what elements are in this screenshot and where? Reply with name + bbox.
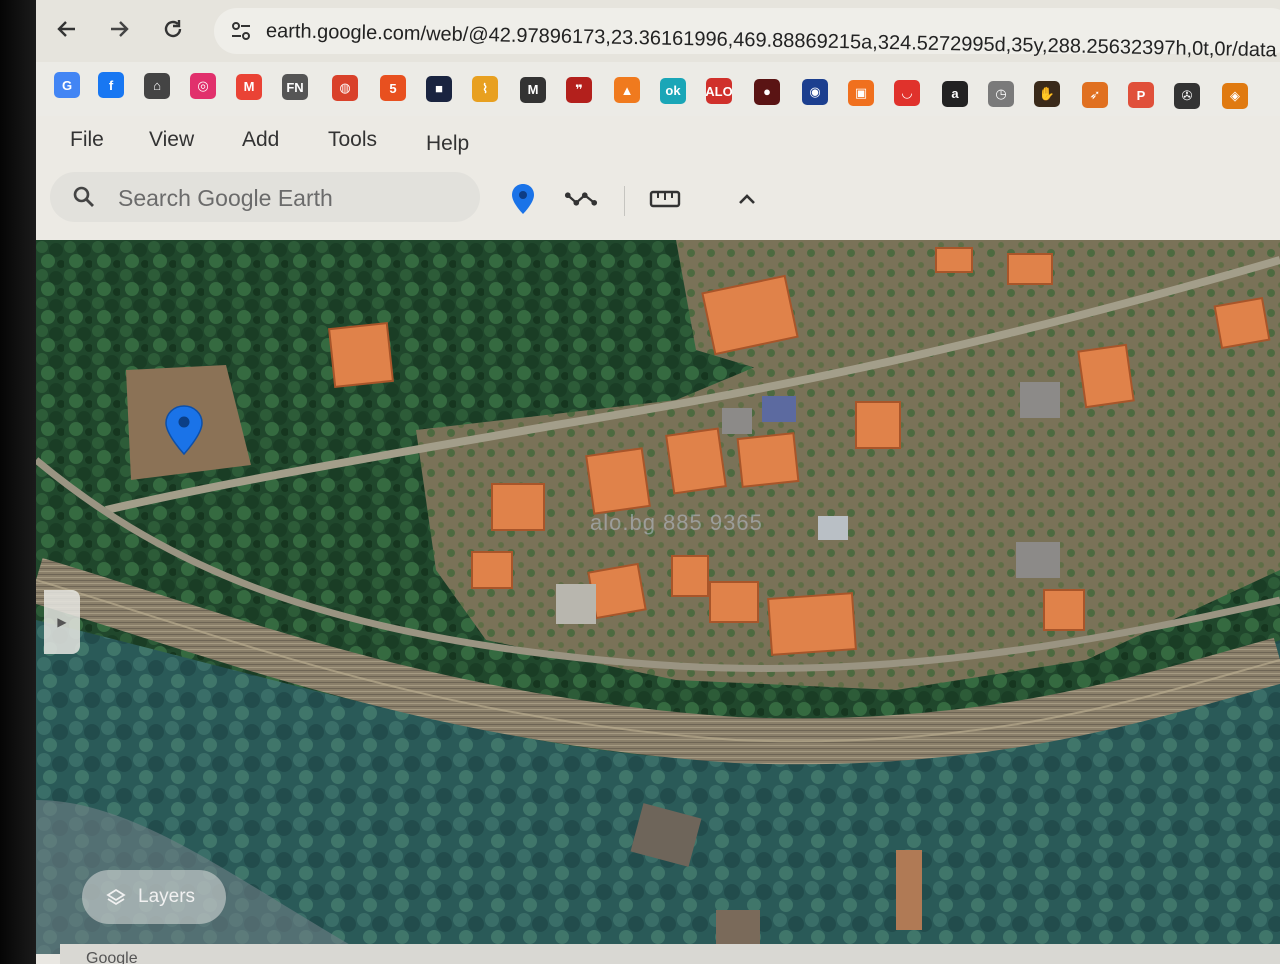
screen: earth.google.com/web/@42.97896173,23.361… [0, 0, 1280, 964]
menu-add[interactable]: Add [242, 128, 279, 152]
map-footer: Google [60, 944, 1280, 964]
bookmark-p-app-icon[interactable]: P [1128, 82, 1154, 109]
address-bar[interactable]: earth.google.com/web/@42.97896173,23.361… [214, 8, 1280, 61]
arrow-left-icon[interactable] [52, 14, 82, 44]
toolbar-divider [624, 186, 625, 216]
menu-view[interactable]: View [149, 128, 194, 152]
satellite-map[interactable] [36, 240, 1280, 954]
bookmark-quotes-icon[interactable]: ❞ [566, 76, 592, 103]
url-text[interactable]: earth.google.com/web/@42.97896173,23.361… [266, 20, 1277, 62]
bookmark-orange-shape-icon[interactable]: ▲ [614, 77, 640, 104]
menu-tools[interactable]: Tools [328, 128, 377, 152]
chevron-right-icon: ▶ [57, 615, 67, 629]
menu-file[interactable]: File [70, 128, 104, 152]
search-input[interactable]: Search Google Earth [118, 185, 333, 212]
bookmark-five-icon[interactable]: 5 [380, 75, 406, 102]
bookmark-red-text-icon[interactable]: ALO [705, 78, 733, 105]
layers-button[interactable]: Layers [82, 870, 226, 924]
screen-bezel [0, 0, 36, 964]
bookmark-orange-round-icon[interactable]: ◈ [1222, 83, 1248, 110]
layers-label: Layers [138, 886, 196, 907]
layers-icon [106, 888, 126, 906]
chevron-up-icon[interactable] [730, 182, 764, 216]
bookmark-instagram-icon[interactable]: ◎ [190, 73, 216, 100]
bookmark-clock-app-icon[interactable]: ◷ [988, 81, 1014, 107]
watermark-text: alo.bg 885 9365 [590, 510, 763, 535]
reload-icon[interactable] [158, 14, 188, 44]
site-info-icon[interactable] [228, 18, 254, 44]
bookmark-pulse-icon[interactable]: ⌇ [472, 76, 498, 103]
bookmark-orange-box-icon[interactable]: ▣ [848, 79, 874, 106]
arrow-right-icon[interactable] [104, 14, 134, 44]
bookmark-globe-icon[interactable]: ◍ [332, 74, 358, 101]
satellite-imagery [36, 240, 1280, 954]
bookmark-arrow-app-icon[interactable]: ➶ [1082, 81, 1108, 108]
bookmark-amazon-icon[interactable]: a [942, 80, 968, 107]
bookmark-dark-app-icon[interactable]: ■ [426, 75, 452, 102]
bookmark-facebook-icon[interactable]: f [98, 72, 124, 99]
search-box[interactable]: Search Google Earth [50, 172, 480, 222]
bookmark-dark-circle-icon[interactable]: ● [754, 78, 780, 105]
placemark-icon[interactable] [506, 182, 540, 216]
browser-address-row: earth.google.com/web/@42.97896173,23.361… [36, 0, 1280, 62]
ruler-icon[interactable] [648, 182, 682, 216]
bookmark-fn-icon[interactable]: FN [282, 74, 308, 101]
bookmarks-bar: Gf ⌂ ◎ M FN ◍ 5 ■ ⌇ M ❞ ▲ ok ALO ● ◉ ▣ ◡ a ◷ ✋ ➶ P ✇ ◈ [36, 62, 1280, 116]
search-icon [72, 185, 96, 209]
bookmark-google-icon[interactable]: G [54, 72, 80, 98]
bookmark-home-icon[interactable]: ⌂ [144, 72, 170, 99]
google-attribution: Google [86, 950, 138, 964]
bookmark-m-logo-icon[interactable]: M [520, 76, 546, 103]
earth-header: File View Add Tools Help Search Google E… [36, 116, 1280, 246]
bookmark-mercedes-icon[interactable]: ✇ [1174, 82, 1200, 109]
bookmark-teal-app-icon[interactable]: ok [660, 77, 686, 104]
bookmark-target-icon[interactable]: ◉ [802, 79, 828, 106]
path-icon[interactable] [564, 182, 598, 216]
bookmark-gmail-icon[interactable]: M [236, 73, 262, 100]
side-panel-toggle[interactable]: ▶ [44, 590, 80, 654]
bookmark-red-bag-icon[interactable]: ◡ [894, 80, 920, 107]
bookmark-hand-icon[interactable]: ✋ [1034, 81, 1060, 108]
menu-help[interactable]: Help [426, 132, 469, 156]
